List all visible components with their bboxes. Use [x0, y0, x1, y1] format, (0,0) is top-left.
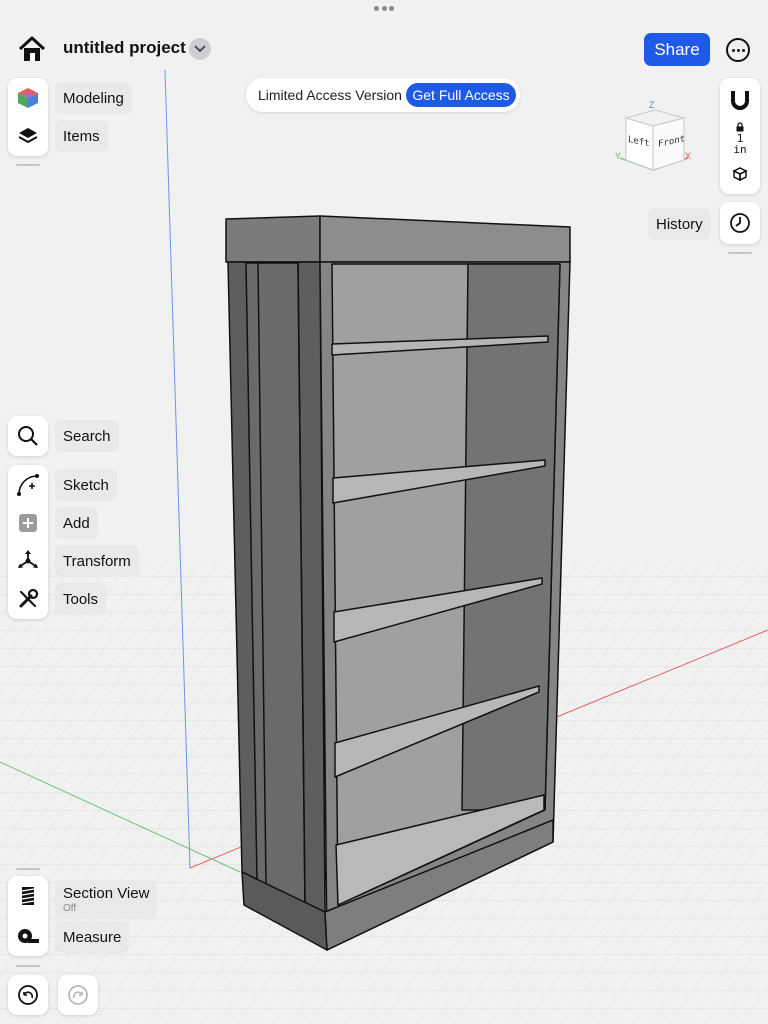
view-cube-axis-x: X — [685, 151, 692, 161]
measure-label[interactable]: Measure — [55, 921, 130, 953]
add-square-icon — [19, 514, 37, 532]
search-label[interactable]: Search — [55, 420, 119, 452]
get-full-access-button[interactable]: Get Full Access — [406, 83, 516, 107]
home-button[interactable] — [16, 34, 48, 64]
home-icon — [18, 36, 46, 61]
redo-icon — [68, 985, 88, 1005]
left-mid-toolbar — [8, 465, 48, 619]
items-label[interactable]: Items — [55, 120, 108, 152]
panel-separator — [728, 252, 752, 254]
view-mode-button[interactable] — [720, 156, 760, 192]
lock-icon — [736, 122, 744, 132]
redo-button[interactable] — [58, 975, 98, 1015]
view-cube-axis-y: Y — [615, 151, 622, 161]
project-menu-button[interactable] — [189, 38, 211, 60]
tape-measure-icon — [18, 929, 39, 943]
panel-separator — [16, 164, 40, 166]
clock-icon — [730, 213, 750, 233]
items-tool-button[interactable] — [8, 118, 48, 154]
transform-label[interactable]: Transform — [55, 545, 139, 577]
chevron-down-icon — [194, 45, 206, 53]
grid-unit-label: in — [733, 143, 747, 156]
transform-arrows-icon — [18, 550, 38, 568]
tools-tool-button[interactable] — [8, 581, 48, 617]
transform-tool-button[interactable] — [8, 543, 48, 579]
sketch-arc-icon — [17, 474, 39, 496]
search-tool-button[interactable] — [8, 416, 48, 456]
search-icon — [18, 426, 38, 446]
snap-magnet-button[interactable] — [720, 82, 760, 118]
wrench-screwdriver-icon — [19, 588, 39, 608]
layers-icon — [18, 128, 38, 144]
panel-separator — [16, 868, 40, 870]
history-label[interactable]: History — [648, 208, 711, 240]
modeling-tool-button[interactable] — [8, 80, 48, 116]
section-view-title: Section View — [63, 885, 150, 902]
sketch-label[interactable]: Sketch — [55, 469, 117, 501]
section-view-label[interactable]: Section View Off — [55, 880, 158, 918]
undo-icon — [18, 985, 38, 1005]
cube-axes-icon — [732, 167, 748, 182]
project-title[interactable]: untitled project — [63, 38, 186, 58]
history-button[interactable] — [720, 202, 760, 244]
share-button[interactable]: Share — [644, 33, 710, 66]
section-view-state: Off — [63, 903, 77, 914]
undo-button[interactable] — [8, 975, 48, 1015]
section-view-icon — [21, 887, 35, 905]
view-cube[interactable]: Z X Y Left Front — [612, 100, 696, 176]
add-tool-button[interactable] — [8, 505, 48, 541]
top-bar: untitled project Share — [0, 0, 768, 76]
magnet-icon — [731, 91, 749, 110]
more-dots-icon — [731, 48, 735, 52]
modeling-cube-icon — [18, 88, 38, 108]
access-banner: Limited Access Version Get Full Access — [246, 78, 520, 112]
sketch-tool-button[interactable] — [8, 467, 48, 503]
modeling-label[interactable]: Modeling — [55, 82, 132, 114]
bookshelf-model[interactable] — [225, 215, 571, 951]
add-label[interactable]: Add — [55, 507, 98, 539]
window-grabber-icon[interactable] — [374, 6, 394, 12]
left-top-toolbar — [8, 78, 48, 156]
more-options-button[interactable] — [726, 38, 750, 62]
grid-unit-readout: 1 in — [733, 122, 747, 155]
view-cube-axis-z: Z — [649, 100, 655, 110]
panel-separator — [16, 965, 40, 967]
measure-tool-button[interactable] — [8, 918, 48, 954]
left-bottom-toolbar — [8, 876, 48, 956]
access-banner-text: Limited Access Version — [258, 87, 402, 103]
tools-label[interactable]: Tools — [55, 583, 107, 615]
section-view-button[interactable] — [8, 878, 48, 914]
